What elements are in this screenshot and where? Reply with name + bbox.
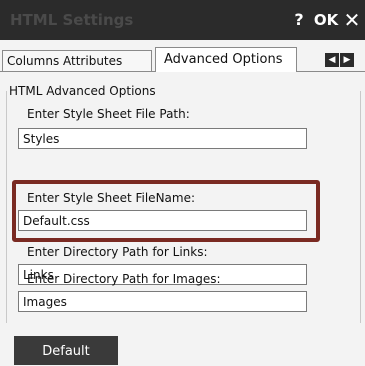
tab-columns-attributes[interactable]: Columns Attributes	[2, 50, 152, 71]
help-button[interactable]: ?	[286, 0, 312, 40]
scroll-left-icon[interactable]: ◀	[325, 53, 339, 67]
images-path-input[interactable]	[18, 291, 307, 312]
close-button[interactable]: ✕	[339, 0, 365, 40]
style-sheet-path-label: Enter Style Sheet File Path:	[27, 107, 190, 121]
title-bar: HTML Settings ? OK ✕	[0, 0, 365, 40]
style-sheet-filename-label: Enter Style Sheet FileName:	[27, 191, 196, 205]
window-title: HTML Settings	[10, 11, 134, 29]
style-sheet-path-input[interactable]	[18, 128, 307, 149]
style-sheet-filename-input[interactable]	[18, 210, 307, 231]
default-button[interactable]: Default	[14, 336, 118, 365]
links-path-label: Enter Directory Path for Links:	[27, 245, 208, 259]
tab-scroll-controls: ◀ ▶	[325, 53, 365, 68]
tab-advanced-options[interactable]: Advanced Options	[155, 47, 297, 72]
ok-button[interactable]: OK	[313, 0, 339, 40]
scroll-right-icon[interactable]: ▶	[340, 53, 354, 67]
images-path-label: Enter Directory Path for Images:	[27, 272, 221, 286]
group-title: HTML Advanced Options	[9, 84, 156, 98]
